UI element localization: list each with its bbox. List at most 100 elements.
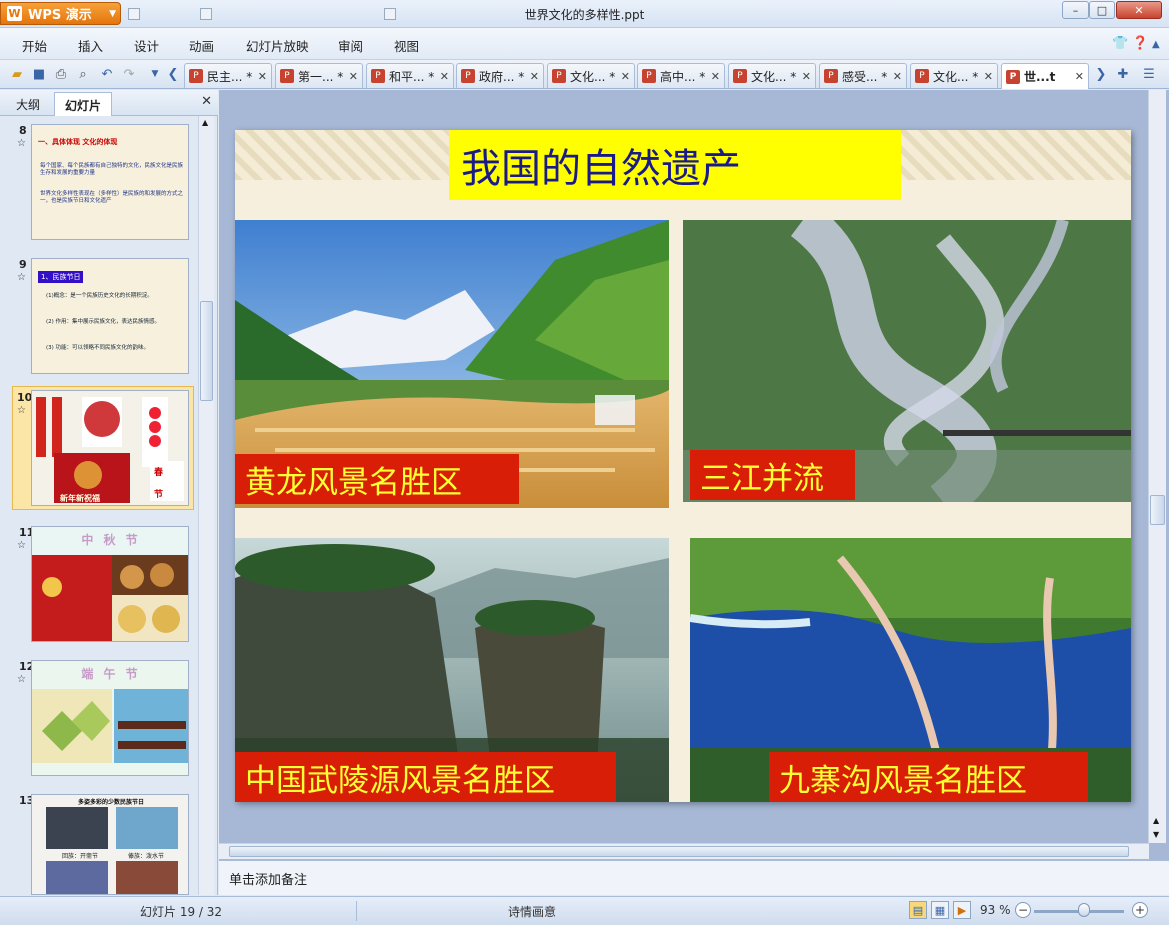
shirt-icon[interactable]: 👕 [1112, 36, 1128, 51]
previous-slide-icon[interactable]: ▲ [1153, 816, 1159, 825]
close-tab-icon[interactable]: ✕ [258, 70, 267, 83]
zoom-slider-knob[interactable] [1077, 903, 1090, 917]
doc-tab[interactable]: P 政府... * ✕ [456, 63, 544, 88]
close-tab-icon[interactable]: ✕ [893, 70, 902, 83]
doc-tab-label: 政府... * [479, 69, 525, 84]
doc-tab[interactable]: P 和平... * ✕ [366, 63, 454, 88]
menu-animation[interactable]: 动画 [189, 36, 214, 55]
slide-horizontal-scrollbar[interactable] [219, 843, 1149, 859]
scroll-up-icon[interactable]: ▲ [202, 118, 208, 127]
current-slide[interactable]: 我国的自然遗产 黄龙风景名胜区 三江并流 中国武陵源风景名胜区 九寨沟风景名胜区 [235, 130, 1131, 802]
notes-placeholder[interactable]: 单击添加备注 [229, 873, 307, 888]
menu-home[interactable]: 开始 [22, 36, 47, 55]
tab-scroll-left-icon[interactable]: ❮ [164, 65, 182, 83]
caption-three-rivers[interactable]: 三江并流 [690, 450, 855, 500]
scrollbar-thumb[interactable] [200, 301, 213, 401]
slide-thumbnail-12[interactable]: 端 午 节 [31, 660, 189, 776]
thumb-text: 傣族：泼水节 [128, 853, 165, 860]
doc-tab-label: 文化... * [933, 69, 979, 84]
quick-access-toolbar: ▰ ■ ⎙ ⌕ ↶ ↷ ▼ ❮ P 民主... * ✕ P 第一... * ✕ P 和平.… [0, 60, 1169, 89]
minimize-ribbon-icon[interactable]: ▲ [1152, 39, 1160, 50]
slide-thumbnail-13[interactable]: 多姿多彩的少数民族节日 回族：开斋节 傣族：泼水节 [31, 794, 189, 895]
close-panel-icon[interactable]: ✕ [201, 94, 212, 109]
doc-tab-active[interactable]: P 世...t ✕ [1001, 63, 1089, 89]
close-tab-icon[interactable]: ✕ [1075, 70, 1084, 83]
ppt-file-icon: P [280, 69, 294, 83]
maximize-icon: □ [1096, 3, 1108, 17]
close-tab-icon[interactable]: ✕ [530, 70, 539, 83]
thumb-text: 新年新祝福 [60, 494, 100, 503]
close-tab-icon[interactable]: ✕ [621, 70, 630, 83]
doc-tab[interactable]: P 民主... * ✕ [184, 63, 272, 88]
close-tab-icon[interactable]: ✕ [984, 70, 993, 83]
status-divider [356, 901, 357, 921]
doc-tab-label: 高中... * [660, 69, 706, 84]
tab-list-icon[interactable]: ☰ [1140, 65, 1158, 83]
tab-scroll-right-icon[interactable]: ❯ [1092, 65, 1110, 83]
close-tab-icon[interactable]: ✕ [802, 70, 811, 83]
ppt-file-icon: P [189, 69, 203, 83]
normal-view-icon[interactable]: ▤ [909, 901, 927, 919]
animation-star-icon: ☆ [17, 272, 26, 283]
close-tab-icon[interactable]: ✕ [349, 70, 358, 83]
menu-view[interactable]: 视图 [394, 36, 419, 55]
doc-tab[interactable]: P 文化... * ✕ [910, 63, 998, 88]
wps-app-menu-button[interactable]: W WPS 演示 ▼ [0, 2, 121, 25]
doc-tab[interactable]: P 文化... * ✕ [547, 63, 635, 88]
caption-jiuzhaigou[interactable]: 九寨沟风景名胜区 [769, 752, 1088, 802]
next-slide-icon[interactable]: ▼ [1153, 830, 1159, 839]
ppt-file-icon: P [915, 69, 929, 83]
doc-tab-label: 民主... * [207, 69, 253, 84]
thumbnail-scrollbar[interactable]: ▲ [198, 116, 214, 895]
doc-tab[interactable]: P 第一... * ✕ [275, 63, 363, 88]
slideshow-icon[interactable]: ▶ [953, 901, 971, 919]
menu-slideshow[interactable]: 幻灯片放映 [246, 36, 309, 55]
caption-huanglong[interactable]: 黄龙风景名胜区 [235, 454, 519, 504]
customize-toolbar-icon[interactable]: ▼ [146, 65, 164, 83]
background-window-tab [128, 4, 140, 24]
doc-tab[interactable]: P 文化... * ✕ [728, 63, 816, 88]
thumb-text: 世界文化多样性表现在（多样性）是民族的和发展的方式之一，也是民族节日和文化遗产 [40, 191, 184, 205]
save-icon[interactable]: ■ [30, 65, 48, 83]
caption-wulingyuan[interactable]: 中国武陵源风景名胜区 [235, 752, 616, 802]
slide-thumbnail-8[interactable]: 一、具体体现 文化的体现 每个国家、每个民族都有自己独特的文化，民族文化是民族生… [31, 124, 189, 240]
thumb-text: 端 午 节 [81, 667, 141, 681]
maximize-button[interactable]: □ [1089, 1, 1115, 19]
slide-thumbnail-10[interactable]: 春 节 新年新祝福 [31, 390, 189, 506]
spring-festival-art [36, 397, 184, 503]
menu-design[interactable]: 设计 [134, 36, 159, 55]
tab-outline[interactable]: 大纲 [6, 92, 50, 116]
zoom-in-button[interactable]: + [1132, 902, 1148, 918]
close-tab-icon[interactable]: ✕ [440, 70, 449, 83]
doc-tab[interactable]: P 感受... * ✕ [819, 63, 907, 88]
ppt-file-icon: P [733, 69, 747, 83]
help-icon[interactable]: ❓ [1132, 36, 1148, 51]
minimize-button[interactable]: – [1062, 1, 1089, 19]
title-bar: W WPS 演示 ▼ 世界文化的多样性.ppt – □ ✕ [0, 0, 1169, 28]
print-preview-icon[interactable]: ⌕ [74, 65, 92, 83]
scrollbar-thumb[interactable] [229, 846, 1129, 857]
slide-thumbnail-11[interactable]: 中 秋 节 [31, 526, 189, 642]
thumb-text: (1)概念：是一个民族历史文化的长期积淀。 [46, 293, 153, 299]
slide-indicator: 幻灯片 19 / 32 [140, 905, 223, 919]
redo-icon[interactable]: ↷ [120, 65, 138, 83]
zoom-out-button[interactable]: − [1015, 902, 1031, 918]
menu-insert[interactable]: 插入 [78, 36, 103, 55]
doc-tab[interactable]: P 高中... * ✕ [637, 63, 725, 88]
thumb-text: 一、具体体现 文化的体现 [38, 138, 118, 146]
print-icon[interactable]: ⎙ [52, 65, 70, 83]
tab-slides[interactable]: 幻灯片 [54, 92, 113, 116]
undo-icon[interactable]: ↶ [98, 65, 116, 83]
menu-review[interactable]: 审阅 [338, 36, 363, 55]
close-window-button[interactable]: ✕ [1116, 1, 1162, 19]
scrollbar-thumb[interactable] [1150, 495, 1165, 525]
slide-vertical-scrollbar[interactable]: ▲ ▼ [1148, 90, 1166, 843]
slide-thumbnail-9[interactable]: 1、民族节日 (1)概念：是一个民族历史文化的长期积淀。 (2) 作用：集中展示… [31, 258, 189, 374]
slide-sorter-icon[interactable]: ▦ [931, 901, 949, 919]
close-tab-icon[interactable]: ✕ [711, 70, 720, 83]
open-folder-icon[interactable]: ▰ [8, 65, 26, 83]
slide-title[interactable]: 我国的自然遗产 [449, 130, 901, 200]
notes-pane[interactable]: 单击添加备注 [219, 860, 1169, 895]
new-tab-icon[interactable]: ✚ [1114, 65, 1132, 83]
thumb-number: 9 [19, 258, 27, 271]
